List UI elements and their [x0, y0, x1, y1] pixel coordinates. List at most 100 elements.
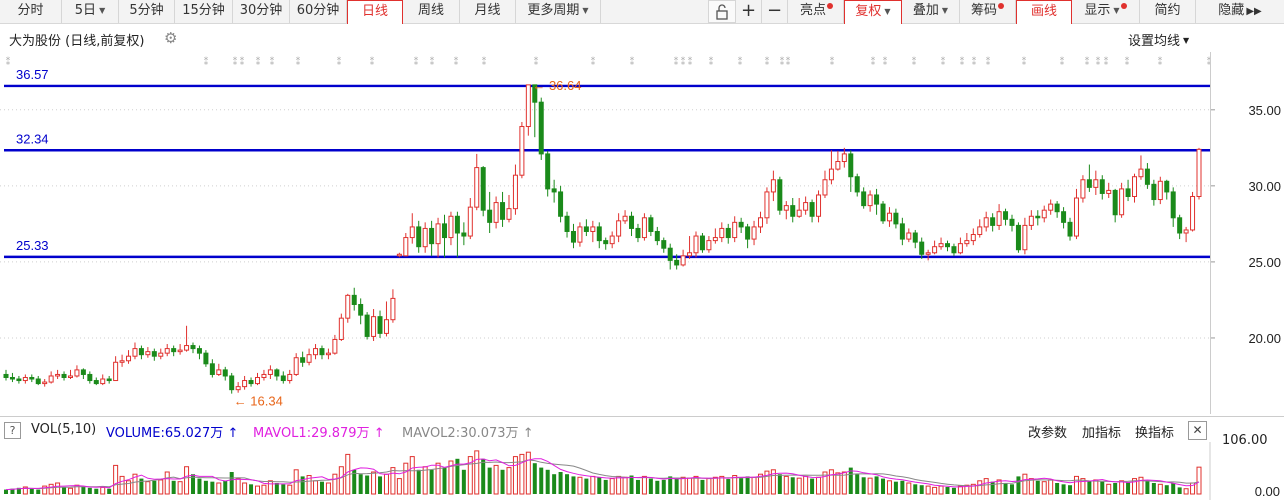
candle[interactable] — [925, 249, 931, 261]
gear-icon[interactable]: ⚙ — [164, 29, 177, 47]
candle[interactable] — [957, 237, 963, 255]
candle[interactable] — [1093, 170, 1099, 195]
candle[interactable] — [1106, 182, 1112, 199]
overlay-button[interactable]: 叠加 ▼ — [902, 0, 960, 23]
candle[interactable] — [680, 249, 686, 267]
event-marker[interactable]: ⁑ — [871, 56, 876, 68]
candle[interactable] — [1196, 147, 1202, 200]
candle[interactable] — [1170, 187, 1176, 227]
candle[interactable] — [1015, 222, 1021, 253]
candle[interactable] — [1119, 182, 1125, 218]
event-marker[interactable]: ⁑ — [1096, 56, 1101, 68]
candle[interactable] — [126, 350, 132, 364]
candle[interactable] — [1190, 191, 1196, 232]
candle[interactable] — [809, 199, 815, 223]
candle[interactable] — [80, 368, 86, 380]
candle[interactable] — [545, 150, 551, 197]
candle[interactable] — [919, 237, 925, 259]
candle[interactable] — [119, 354, 125, 367]
candle[interactable] — [196, 345, 202, 360]
candle[interactable] — [1151, 179, 1157, 206]
event-marker[interactable]: ⁑ — [972, 56, 977, 68]
event-marker[interactable]: ⁑ — [591, 56, 596, 68]
candle[interactable] — [22, 374, 28, 384]
candle[interactable] — [970, 228, 976, 246]
tab-5min[interactable]: 5分钟 — [119, 0, 175, 23]
tab-daily[interactable]: 日线 — [347, 0, 403, 24]
event-marker[interactable]: ⁑ — [454, 56, 459, 68]
candle[interactable] — [377, 310, 383, 338]
candle[interactable] — [770, 170, 776, 202]
candle[interactable] — [1183, 226, 1189, 243]
candle[interactable] — [1003, 208, 1009, 226]
candle[interactable] — [1080, 175, 1086, 203]
tab-5day[interactable]: 5日 ▼ — [62, 0, 119, 23]
candle[interactable] — [16, 375, 22, 384]
candle[interactable] — [345, 293, 351, 323]
candle[interactable] — [886, 207, 892, 227]
event-marker[interactable]: ⁑ — [912, 56, 917, 68]
candle[interactable] — [467, 198, 473, 240]
candle[interactable] — [635, 223, 641, 243]
ma-settings-button[interactable]: 设置均线 ▼ — [1128, 30, 1189, 49]
candle[interactable] — [235, 382, 241, 393]
candle[interactable] — [641, 213, 647, 241]
candle[interactable] — [796, 198, 802, 218]
candle[interactable] — [229, 372, 235, 394]
candle[interactable] — [764, 187, 770, 224]
candle[interactable] — [74, 365, 80, 378]
candle[interactable] — [661, 237, 667, 253]
highlight-button[interactable]: 亮点 — [790, 0, 844, 23]
candle[interactable] — [777, 176, 783, 215]
lock-button[interactable] — [708, 0, 736, 23]
candle[interactable] — [3, 369, 9, 381]
candle[interactable] — [29, 374, 35, 383]
candle[interactable] — [867, 190, 873, 212]
candle[interactable] — [525, 84, 531, 136]
display-button[interactable]: 显示 ▼ — [1072, 0, 1140, 23]
candle[interactable] — [551, 179, 557, 203]
candle[interactable] — [1067, 217, 1073, 241]
event-marker[interactable]: ⁑ — [830, 56, 835, 68]
event-marker[interactable]: ⁑ — [534, 56, 539, 68]
adjust-button[interactable]: 复权 ▼ — [844, 0, 902, 24]
event-marker[interactable]: ⁑ — [296, 56, 301, 68]
candle[interactable] — [151, 348, 157, 361]
candle[interactable] — [261, 369, 267, 381]
candle[interactable] — [487, 191, 493, 233]
candle[interactable] — [719, 222, 725, 243]
event-marker[interactable]: ⁑ — [256, 56, 261, 68]
candle[interactable] — [1177, 214, 1183, 240]
candle[interactable] — [293, 353, 299, 376]
candle[interactable] — [35, 375, 41, 386]
candle[interactable] — [622, 210, 628, 224]
candle[interactable] — [783, 201, 789, 220]
draw-line-button[interactable]: 画线 — [1016, 0, 1072, 24]
candle[interactable] — [306, 348, 312, 366]
tab-monthly[interactable]: 月线 — [460, 0, 516, 23]
event-marker[interactable]: ⁑ — [430, 56, 435, 68]
candle[interactable] — [364, 312, 370, 340]
candle[interactable] — [1157, 176, 1163, 205]
zoom-out-button[interactable]: − — [762, 0, 788, 23]
candle[interactable] — [506, 194, 512, 223]
event-marker[interactable]: ⁑ — [709, 56, 714, 68]
candle[interactable] — [564, 211, 570, 238]
zoom-in-button[interactable]: + — [736, 0, 762, 23]
candle[interactable] — [1125, 179, 1131, 202]
candle[interactable] — [609, 231, 615, 249]
candle[interactable] — [100, 374, 106, 386]
tab-more-periods[interactable]: 更多周期 ▼ — [516, 0, 601, 23]
candle[interactable] — [371, 309, 377, 341]
event-marker[interactable]: ⁑ — [986, 56, 991, 68]
candle[interactable] — [177, 344, 183, 355]
event-marker[interactable]: ⁑ — [786, 56, 791, 68]
candle[interactable] — [616, 213, 622, 243]
tab-30min[interactable]: 30分钟 — [233, 0, 290, 23]
candle[interactable] — [912, 229, 918, 249]
candle[interactable] — [558, 185, 564, 223]
candle[interactable] — [287, 369, 293, 384]
candle[interactable] — [1132, 173, 1138, 203]
candle[interactable] — [209, 359, 215, 378]
candle[interactable] — [403, 233, 409, 257]
